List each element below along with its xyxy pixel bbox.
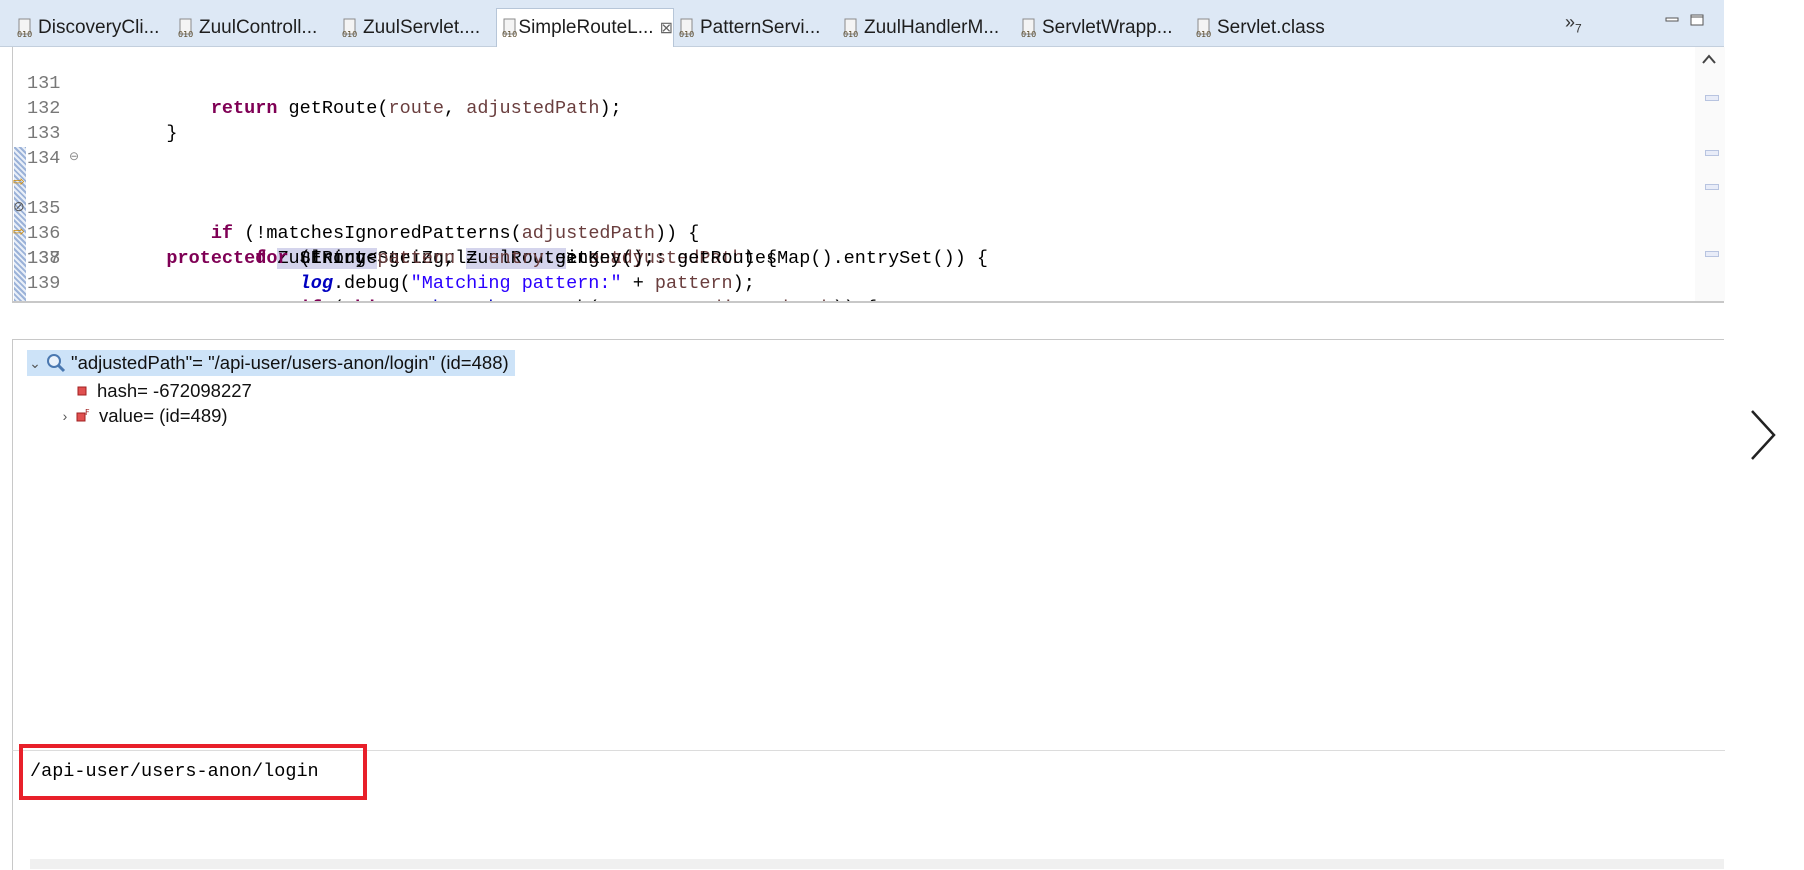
chevron-right-icon[interactable]: › bbox=[57, 408, 73, 424]
code-line-140: 140 if (this.pathMatcher.match(pattern, … bbox=[13, 271, 1693, 301]
class-file-icon: 010 bbox=[501, 18, 517, 38]
overflow-count: 7 bbox=[1575, 21, 1582, 36]
tree-row-hash[interactable]: hash= -672098227 bbox=[75, 378, 252, 404]
panel-splitter[interactable] bbox=[12, 301, 1724, 303]
svg-text:010: 010 bbox=[843, 30, 858, 38]
tab-simple-route-locator[interactable]: 010 SimpleRouteL... ⊠ bbox=[496, 8, 674, 47]
chevron-double-right-icon: » bbox=[1565, 12, 1576, 32]
private-field-icon bbox=[77, 386, 87, 396]
code-line-137: ⇨ 137 for (Entry<String, ZuulRoute> entr… bbox=[13, 196, 1693, 269]
tab-label: ZuulControll... bbox=[199, 17, 318, 38]
code-line-136: ⊘ 136 if (!matchesIgnoredPatterns(adjust… bbox=[13, 171, 1693, 244]
maximize-icon[interactable] bbox=[1690, 14, 1704, 26]
class-file-icon: 010 bbox=[16, 18, 34, 38]
tab-servlet-class[interactable]: 010 Servlet.class bbox=[1195, 10, 1325, 46]
code-line-132: 132 return getRoute(route, adjustedPath)… bbox=[27, 98, 622, 119]
tree-row-adjusted-path[interactable]: ⌄ "adjustedPath"= "/api-user/users-anon/… bbox=[27, 350, 515, 376]
tab-label: DiscoveryCli... bbox=[38, 17, 160, 38]
code-line-131: 131 bbox=[13, 47, 1693, 94]
svg-text:010: 010 bbox=[178, 30, 193, 38]
final-private-field-icon: F bbox=[76, 408, 90, 422]
tree-row-label: hash= -672098227 bbox=[97, 380, 252, 401]
watch-expression-icon bbox=[47, 354, 66, 373]
svg-text:010: 010 bbox=[17, 30, 32, 38]
class-file-icon: 010 bbox=[177, 18, 195, 38]
tab-servlet-wrapper[interactable]: 010 ServletWrapp... bbox=[1020, 10, 1173, 46]
class-file-icon: 010 bbox=[341, 18, 359, 38]
tab-overflow-button[interactable]: »7 bbox=[1565, 12, 1582, 36]
editor-tab-bar: 010 DiscoveryCli... 010 ZuulControll... … bbox=[0, 0, 1724, 47]
svg-text:010: 010 bbox=[342, 30, 357, 38]
tree-row-label: "adjustedPath"= "/api-user/users-anon/lo… bbox=[71, 352, 509, 373]
tab-label: ZuulServlet.... bbox=[363, 17, 481, 38]
tree-row-label: value= (id=489) bbox=[99, 405, 228, 426]
variables-tree[interactable]: ⌄ "adjustedPath"= "/api-user/users-anon/… bbox=[12, 340, 1725, 750]
minimize-icon[interactable] bbox=[1665, 14, 1679, 26]
code-line-138: 138 String pattern = entry.getKey(); bbox=[27, 248, 655, 269]
code-line-135: ⇨ 135 ⊖ protected ZuulRoute getZuulRoute… bbox=[13, 145, 1693, 269]
chevron-up-icon[interactable] bbox=[1701, 53, 1717, 65]
code-line-133: 133 } bbox=[27, 123, 178, 144]
code-editor[interactable]: 131 132 return getRoute(route, adjustedP… bbox=[12, 47, 1725, 301]
overview-marker[interactable] bbox=[1705, 150, 1719, 156]
close-icon[interactable]: ⊠ bbox=[660, 18, 673, 38]
svg-text:F: F bbox=[85, 408, 90, 417]
tab-zuul-handler-mapping[interactable]: 010 ZuulHandlerM... bbox=[842, 10, 999, 46]
tab-label: SimpleRouteL... bbox=[518, 17, 654, 38]
annotation-highlight-box bbox=[19, 744, 367, 800]
svg-text:010: 010 bbox=[1196, 30, 1211, 38]
overview-marker[interactable] bbox=[1705, 95, 1719, 101]
editor-vertical-scrollbar[interactable] bbox=[1695, 47, 1725, 301]
next-arrow-icon[interactable] bbox=[1748, 408, 1778, 462]
overview-marker[interactable] bbox=[1705, 251, 1719, 257]
tree-row-value[interactable]: › F value= (id=489) bbox=[57, 403, 228, 429]
tab-label: ZuulHandlerM... bbox=[864, 17, 1000, 38]
class-file-icon: 010 bbox=[1195, 18, 1213, 38]
tab-label: PatternServi... bbox=[700, 17, 821, 38]
detail-horizontal-scrollbar[interactable] bbox=[30, 859, 1724, 869]
class-file-icon: 010 bbox=[678, 18, 696, 38]
svg-text:010: 010 bbox=[502, 30, 517, 38]
tab-discovery-client[interactable]: 010 DiscoveryCli... bbox=[16, 10, 159, 46]
overview-marker[interactable] bbox=[1705, 184, 1719, 190]
svg-text:010: 010 bbox=[679, 30, 694, 38]
class-file-icon: 010 bbox=[842, 18, 860, 38]
chevron-down-icon[interactable]: ⌄ bbox=[27, 355, 43, 372]
tab-zuul-controller[interactable]: 010 ZuulControll... bbox=[177, 10, 317, 46]
class-file-icon: 010 bbox=[1020, 18, 1038, 38]
tab-pattern-service[interactable]: 010 PatternServi... bbox=[678, 10, 820, 46]
tab-zuul-servlet[interactable]: 010 ZuulServlet.... bbox=[341, 10, 480, 46]
code-line-139: 139 log.debug("Matching pattern:" + patt… bbox=[27, 273, 755, 294]
svg-text:010: 010 bbox=[1021, 30, 1036, 38]
fold-toggle-icon[interactable]: ⊖ bbox=[69, 145, 79, 170]
tab-label: ServletWrapp... bbox=[1042, 17, 1173, 38]
code-line-134: 134 bbox=[13, 121, 1693, 169]
tab-label: Servlet.class bbox=[1217, 17, 1325, 38]
